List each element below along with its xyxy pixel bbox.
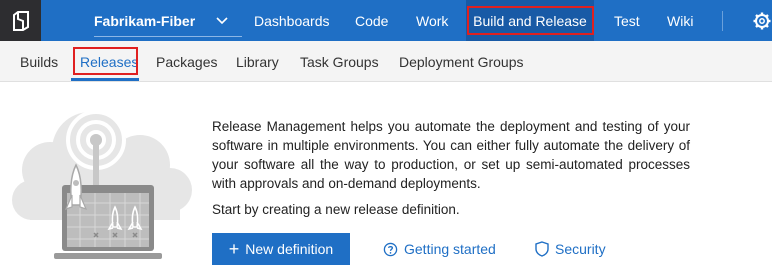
release-management-description: Release Management helps you automate th… bbox=[212, 119, 690, 191]
nav-wiki-label: Wiki bbox=[667, 12, 694, 29]
highlight-box-releases bbox=[73, 47, 138, 75]
chevron-down-icon bbox=[216, 17, 228, 25]
tab-packages-label: Packages bbox=[156, 53, 218, 70]
nav-dashboards-label: Dashboards bbox=[254, 12, 330, 29]
tab-library-label: Library bbox=[236, 53, 279, 70]
shield-icon bbox=[535, 241, 549, 257]
tab-library[interactable]: Library bbox=[236, 41, 279, 82]
nav-wiki[interactable]: Wiki bbox=[667, 0, 693, 41]
getting-started-link[interactable]: Getting started bbox=[383, 239, 496, 259]
security-label: Security bbox=[555, 241, 606, 257]
project-selector[interactable]: Fabrikam-Fiber bbox=[94, 0, 228, 41]
help-circle-icon bbox=[383, 242, 398, 256]
gear-icon[interactable] bbox=[752, 11, 772, 31]
vsts-logo-icon[interactable] bbox=[0, 0, 41, 41]
project-name: Fabrikam-Fiber bbox=[94, 12, 196, 29]
start-instructions: Start by creating a new release definiti… bbox=[212, 202, 460, 217]
new-definition-label: New definition bbox=[245, 241, 334, 257]
nav-dashboards[interactable]: Dashboards bbox=[254, 0, 330, 41]
new-definition-button[interactable]: + New definition bbox=[212, 233, 350, 265]
tab-builds-label: Builds bbox=[20, 53, 59, 70]
security-link[interactable]: Security bbox=[535, 239, 606, 259]
nav-work-label: Work bbox=[416, 12, 449, 29]
tab-task-groups-label: Task Groups bbox=[300, 53, 379, 70]
nav-divider bbox=[722, 11, 723, 31]
tab-packages[interactable]: Packages bbox=[156, 41, 217, 82]
tab-task-groups[interactable]: Task Groups bbox=[300, 41, 379, 82]
nav-work[interactable]: Work bbox=[416, 0, 448, 41]
getting-started-label: Getting started bbox=[404, 241, 496, 257]
active-tab-underline bbox=[71, 78, 139, 81]
tab-deployment-groups-label: Deployment Groups bbox=[399, 53, 524, 70]
tab-builds[interactable]: Builds bbox=[20, 41, 58, 82]
project-underline bbox=[94, 36, 242, 37]
nav-code-label: Code bbox=[355, 12, 389, 29]
nav-code[interactable]: Code bbox=[355, 0, 388, 41]
nav-test[interactable]: Test bbox=[614, 0, 640, 41]
top-navigation-bar: Fabrikam-Fiber Dashboards Code Work Buil… bbox=[0, 0, 772, 41]
release-illustration bbox=[12, 110, 192, 259]
highlight-box-build-and-release bbox=[467, 6, 594, 35]
tab-deployment-groups[interactable]: Deployment Groups bbox=[399, 41, 524, 82]
sub-navigation-bar: Builds Releases Packages Library Task Gr… bbox=[0, 41, 772, 82]
nav-test-label: Test bbox=[614, 12, 640, 29]
plus-icon: + bbox=[228, 239, 240, 259]
